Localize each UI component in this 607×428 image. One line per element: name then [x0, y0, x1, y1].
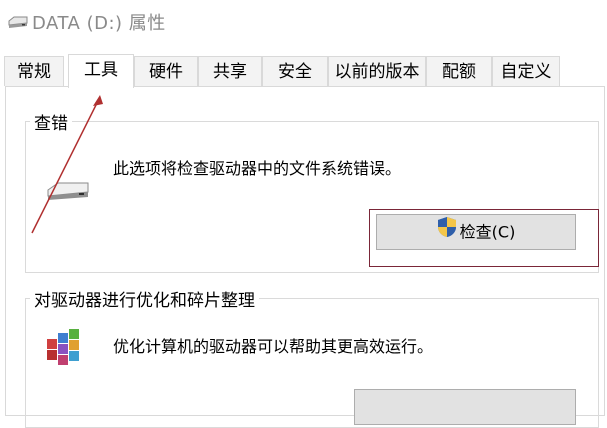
tab-strip: 常规 工具 硬件 共享 安全 以前的版本 配额 自定义	[0, 54, 607, 88]
window-title: DATA (D:) 属性	[32, 13, 166, 34]
tab-sharing[interactable]: 共享	[198, 56, 262, 86]
check-button-label: 检查(C)	[459, 222, 516, 242]
tab-quota[interactable]: 配额	[426, 56, 492, 86]
optimize-description: 优化计算机的驱动器可以帮助其更高效运行。	[113, 337, 434, 356]
tab-previous-versions[interactable]: 以前的版本	[328, 56, 426, 86]
tab-hardware[interactable]: 硬件	[134, 56, 198, 86]
tab-security[interactable]: 安全	[262, 56, 328, 86]
tab-tools[interactable]: 工具	[68, 54, 134, 88]
tools-panel: 查错 此选项将检查驱动器中的文件系统错误。 检查(C) 对驱动器进行优化和碎片整…	[5, 86, 605, 428]
title-bar: DATA (D:) 属性	[0, 0, 607, 44]
tab-customize[interactable]: 自定义	[492, 56, 560, 86]
tab-general[interactable]: 常规	[4, 56, 64, 86]
drive-icon	[46, 179, 90, 205]
error-check-title: 查错	[30, 109, 72, 134]
defrag-icon	[44, 327, 84, 371]
error-check-description: 此选项将检查驱动器中的文件系统错误。	[113, 159, 402, 178]
shield-icon	[437, 216, 457, 250]
check-button[interactable]: 检查(C)	[376, 214, 576, 250]
optimize-button[interactable]	[354, 389, 576, 425]
drive-icon	[8, 13, 28, 33]
optimize-title: 对驱动器进行优化和碎片整理	[30, 286, 259, 311]
